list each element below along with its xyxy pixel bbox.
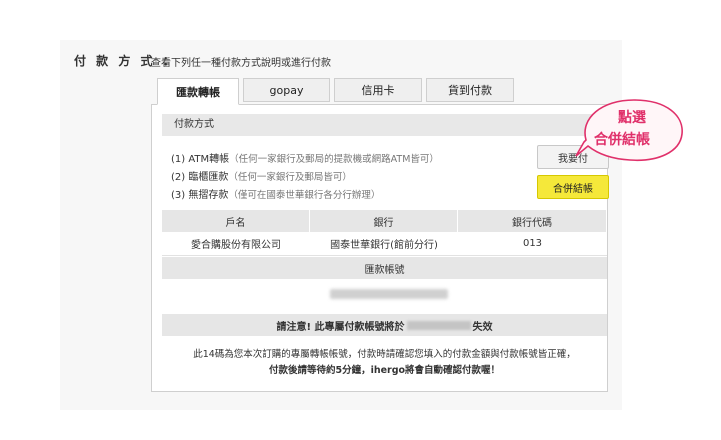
method-deposit-note: （僅可在國泰世華銀行各分行辦理） <box>228 190 381 201</box>
section-title: 付款方式 <box>162 114 607 136</box>
method-counter-note: （任何一家銀行及郵局皆可） <box>228 172 352 183</box>
tab-cash-on-delivery[interactable]: 貨到付款 <box>426 78 514 102</box>
table-header-bank: 銀行 <box>310 210 458 232</box>
method-atm-note: （任何一家銀行及郵局的提款機或網路ATM皆可） <box>229 154 439 165</box>
expiry-warning-prefix: 請注意! 此專屬付款帳號將於 <box>276 321 405 333</box>
payment-method-description: 查看下列任一種付款方式說明或進行付款 <box>151 58 331 69</box>
redacted-account-number <box>330 289 448 299</box>
expiry-warning-suffix: 失效 <box>472 321 493 333</box>
method-deposit-label: (3) 無摺存款 <box>171 190 229 201</box>
table-header-account-name: 戶名 <box>162 210 310 232</box>
table-cell-bank: 國泰世華銀行(館前分行) <box>310 232 458 256</box>
table-cell-bank-code: 013 <box>458 232 607 256</box>
expiry-warning: 請注意! 此專屬付款帳號將於 失效 <box>162 314 607 336</box>
tab-credit-card[interactable]: 信用卡 <box>334 78 422 102</box>
tab-bank-transfer[interactable]: 匯款轉帳 <box>157 78 239 105</box>
method-counter: (2) 臨櫃匯款（任何一家銀行及郵局皆可） <box>171 168 352 183</box>
footnote-line-1: 此14碼為您本次訂購的專屬轉帳帳號，付款時請確認您填入的付款金額與付款帳號皆正確… <box>193 349 576 360</box>
merge-checkout-button[interactable]: 合併結帳 <box>537 175 609 199</box>
method-atm: (1) ATM轉帳（任何一家銀行及郵局的提款機或網路ATM皆可） <box>171 150 439 165</box>
callout-line-1: 點選 <box>618 109 646 126</box>
account-number-header: 匯款帳號 <box>162 257 607 279</box>
method-deposit: (3) 無摺存款（僅可在國泰世華銀行各分行辦理） <box>171 186 380 201</box>
callout-line-2: 合併結帳 <box>594 131 650 148</box>
table-header-bank-code: 銀行代碼 <box>458 210 607 232</box>
method-atm-label: (1) ATM轉帳 <box>171 154 230 165</box>
method-counter-label: (2) 臨櫃匯款 <box>171 172 229 183</box>
redacted-expiry-date <box>405 320 473 330</box>
tab-gopay[interactable]: gopay <box>243 78 330 102</box>
merge-checkout-callout: 點選 合併結帳 <box>575 99 683 162</box>
footnote-line-2: 付款後請等待約5分鐘，ihergo將會自動確認付款喔！ <box>268 365 501 376</box>
table-cell-account-name: 愛合購股份有限公司 <box>162 232 310 256</box>
